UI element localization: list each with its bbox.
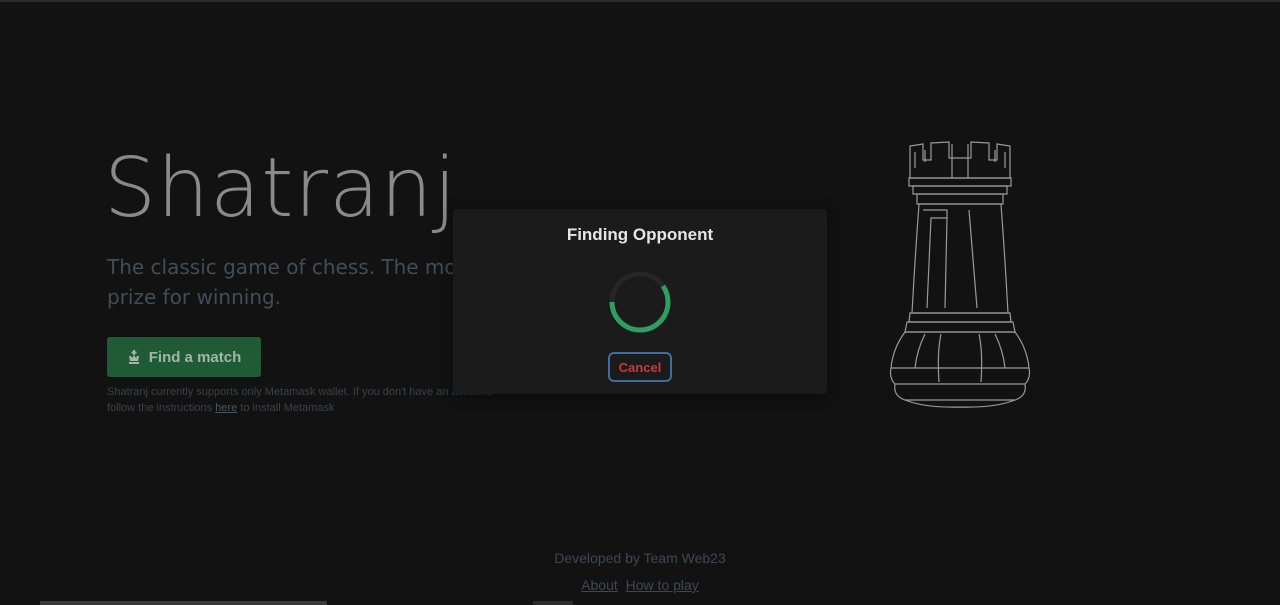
page: Shatranj The classic game of chess. The … [0, 0, 1280, 605]
loading-spinner-icon [609, 271, 671, 333]
dialog-title: Finding Opponent [566, 225, 714, 244]
finding-opponent-dialog: Finding Opponent Cancel [453, 209, 827, 394]
cancel-button[interactable]: Cancel [608, 352, 672, 382]
